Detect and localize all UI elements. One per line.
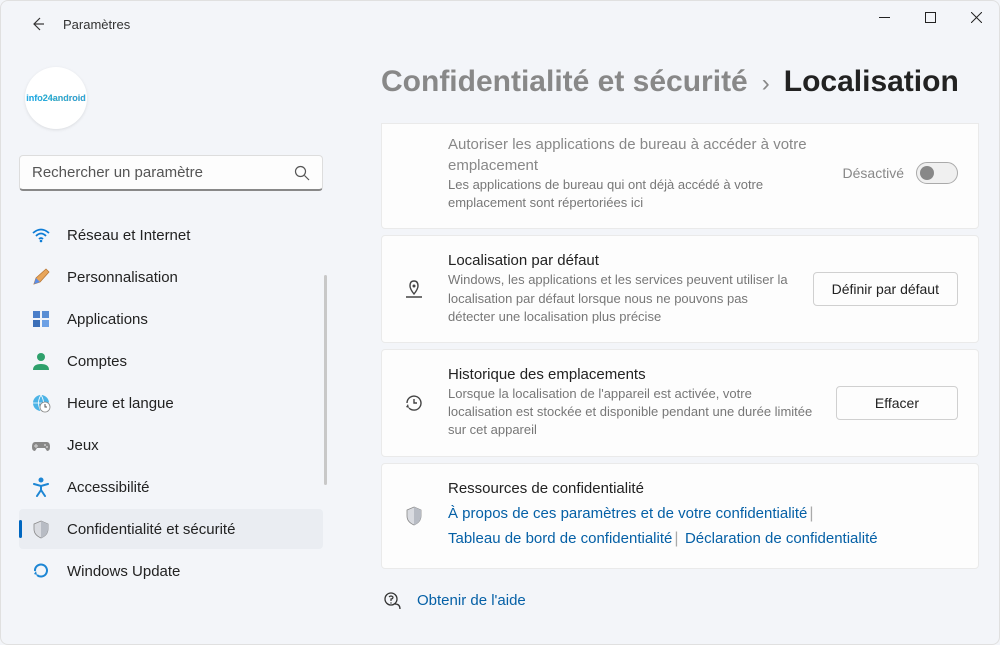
card-title: Localisation par défaut xyxy=(448,252,791,269)
sidebar-item-label: Windows Update xyxy=(67,563,180,580)
card-description: Les applications de bureau qui ont déjà … xyxy=(448,176,821,212)
help-icon xyxy=(383,591,403,611)
main-content: Confidentialité et sécurité › Localisati… xyxy=(341,47,999,644)
separator: | xyxy=(809,505,813,522)
card-title: Autoriser les applications de bureau à a… xyxy=(448,134,821,176)
apps-icon xyxy=(31,309,51,329)
shield-icon xyxy=(402,505,426,527)
avatar[interactable]: info24android xyxy=(25,67,87,129)
accessibility-icon xyxy=(31,477,51,497)
brush-icon xyxy=(31,267,51,287)
sidebar-item-personalization[interactable]: Personnalisation xyxy=(19,257,323,297)
scrollbar[interactable] xyxy=(324,275,327,485)
sidebar-item-accessibility[interactable]: Accessibilité xyxy=(19,467,323,507)
window-title: Paramètres xyxy=(63,17,130,32)
clear-history-button[interactable]: Effacer xyxy=(836,386,958,420)
card-description: Lorsque la localisation de l'appareil es… xyxy=(448,385,814,440)
sidebar-item-privacy-security[interactable]: Confidentialité et sécurité xyxy=(19,509,323,549)
avatar-text: info24android xyxy=(26,93,86,103)
sidebar: info24android Réseau et Internet Personn… xyxy=(1,47,341,644)
link-privacy-statement[interactable]: Déclaration de confidentialité xyxy=(685,530,878,547)
sidebar-item-label: Applications xyxy=(67,311,148,328)
globe-clock-icon xyxy=(31,393,51,413)
sidebar-item-applications[interactable]: Applications xyxy=(19,299,323,339)
get-help-link[interactable]: Obtenir de l'aide xyxy=(417,592,526,609)
card-default-location: Localisation par défaut Windows, les app… xyxy=(381,235,979,343)
sidebar-item-windows-update[interactable]: Windows Update xyxy=(19,551,323,591)
breadcrumb: Confidentialité et sécurité › Localisati… xyxy=(381,65,979,99)
card-title: Historique des emplacements xyxy=(448,366,814,383)
location-pin-icon xyxy=(402,278,426,300)
titlebar: Paramètres xyxy=(1,1,999,47)
gamepad-icon xyxy=(31,435,51,455)
card-location-history: Historique des emplacements Lorsque la l… xyxy=(381,349,979,457)
search-box[interactable] xyxy=(19,155,323,191)
toggle-desktop-apps-location[interactable] xyxy=(916,162,958,184)
set-default-button[interactable]: Définir par défaut xyxy=(813,272,958,306)
sidebar-item-label: Accessibilité xyxy=(67,479,150,496)
sidebar-item-accounts[interactable]: Comptes xyxy=(19,341,323,381)
close-button[interactable] xyxy=(953,1,999,33)
search-input[interactable] xyxy=(32,164,294,181)
help-row: Obtenir de l'aide xyxy=(381,591,979,611)
chevron-right-icon: › xyxy=(762,70,770,98)
back-button[interactable] xyxy=(19,6,55,42)
sidebar-item-games[interactable]: Jeux xyxy=(19,425,323,465)
breadcrumb-parent[interactable]: Confidentialité et sécurité xyxy=(381,65,748,99)
card-desktop-apps-location: Autoriser les applications de bureau à a… xyxy=(381,123,979,229)
card-title: Ressources de confidentialité xyxy=(448,480,958,497)
shield-icon xyxy=(31,519,51,539)
toggle-label: Désactivé xyxy=(843,165,904,181)
sidebar-item-label: Réseau et Internet xyxy=(67,227,190,244)
search-icon xyxy=(294,165,310,181)
wifi-icon xyxy=(31,225,51,245)
minimize-button[interactable] xyxy=(861,1,907,33)
card-privacy-resources: Ressources de confidentialité À propos d… xyxy=(381,463,979,569)
window-controls xyxy=(861,1,999,33)
sidebar-item-time-language[interactable]: Heure et langue xyxy=(19,383,323,423)
link-privacy-dashboard[interactable]: Tableau de bord de confidentialité xyxy=(448,530,672,547)
person-icon xyxy=(31,351,51,371)
maximize-button[interactable] xyxy=(907,1,953,33)
nav: Réseau et Internet Personnalisation Appl… xyxy=(19,215,323,591)
history-icon xyxy=(402,392,426,414)
sidebar-item-network[interactable]: Réseau et Internet xyxy=(19,215,323,255)
breadcrumb-current: Localisation xyxy=(784,65,959,99)
sidebar-item-label: Comptes xyxy=(67,353,127,370)
separator: | xyxy=(674,530,678,547)
sidebar-item-label: Personnalisation xyxy=(67,269,178,286)
sidebar-item-label: Confidentialité et sécurité xyxy=(67,521,235,538)
sidebar-item-label: Jeux xyxy=(67,437,99,454)
card-description: Windows, les applications et les service… xyxy=(448,271,791,326)
link-about-privacy-settings[interactable]: À propos de ces paramètres et de votre c… xyxy=(448,505,807,522)
arrow-left-icon xyxy=(29,16,45,32)
update-icon xyxy=(31,561,51,581)
sidebar-item-label: Heure et langue xyxy=(67,395,174,412)
